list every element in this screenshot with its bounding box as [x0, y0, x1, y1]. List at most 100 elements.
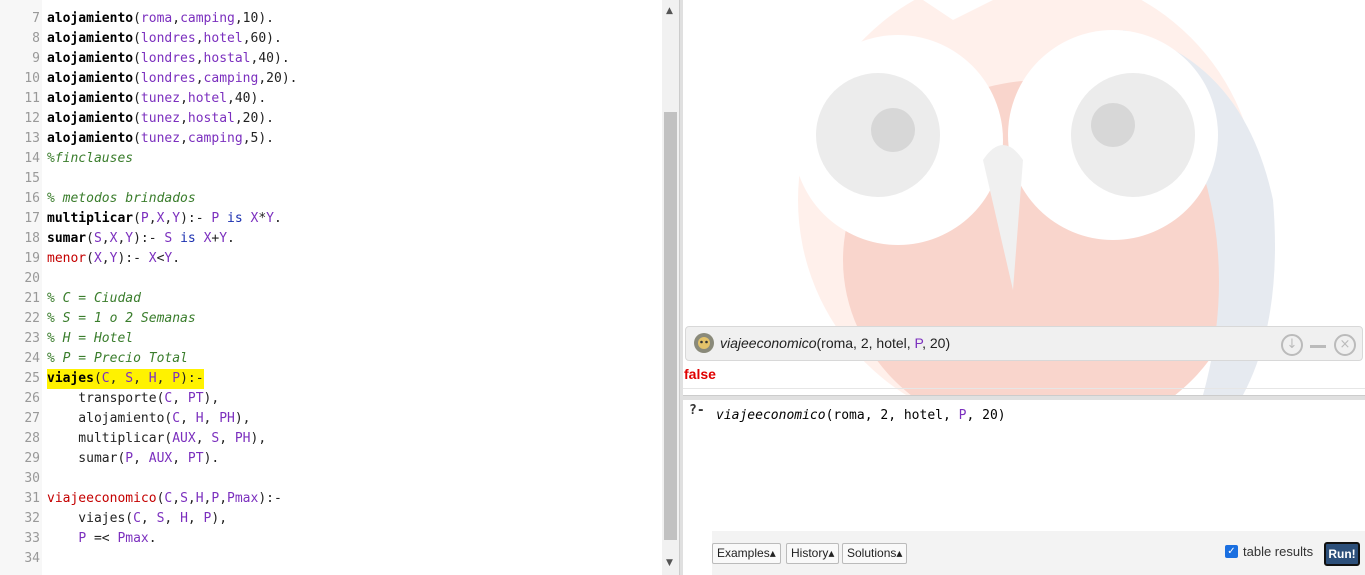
token-txt: ),	[234, 411, 251, 426]
token-txt: ),	[250, 431, 267, 446]
token-txt: ,40).	[227, 91, 267, 106]
query-result-header: viajeeconomico(roma, 2, hotel, P, 20) ↓ …	[685, 326, 1363, 361]
token-txt: .	[172, 251, 181, 266]
token-var: hotel	[187, 91, 228, 106]
token-txt: ,	[180, 131, 188, 146]
code-line[interactable]: 23 % H = Hotel	[0, 329, 662, 349]
line-number: 15	[24, 171, 40, 186]
token-txt: ,	[195, 51, 204, 66]
history-button[interactable]: History▴	[786, 543, 840, 564]
token-txt: (	[133, 111, 141, 126]
token-txt: transporte(	[47, 391, 165, 406]
table-results-label[interactable]: table results	[1243, 544, 1313, 559]
token-txt: ,5).	[242, 131, 274, 146]
line-number: 31	[24, 491, 40, 506]
token-txt: (	[86, 231, 94, 246]
download-icon[interactable]: ↓	[1281, 334, 1303, 356]
query-input-args: (roma, 2, hotel,	[825, 408, 959, 423]
code-line[interactable]: 28 multiplicar(AUX, S, PH),	[0, 429, 662, 449]
code-line[interactable]: 12 alojamiento(tunez,hostal,20).	[0, 109, 662, 129]
token-kw: is	[180, 231, 196, 246]
token-txt: ,	[172, 11, 181, 26]
query-functor: viajeeconomico	[720, 335, 817, 351]
code-line[interactable]: 9 alojamiento(londres,hostal,40).	[0, 49, 662, 69]
token-cmt: % S = 1 o 2 Semanas	[47, 311, 196, 326]
code-line[interactable]: 30	[0, 469, 662, 489]
token-atom: alojamiento	[47, 71, 134, 86]
code-line[interactable]: 32 viajes(C, S, H, P),	[0, 509, 662, 529]
code-line[interactable]: 27 alojamiento(C, H, PH),	[0, 409, 662, 429]
code-line[interactable]: 19 menor(X,Y):- X<Y.	[0, 249, 662, 269]
scroll-down-arrow-icon[interactable]: ▼	[666, 558, 673, 568]
line-number: 9	[32, 51, 40, 66]
code-line[interactable]: 22 % S = 1 o 2 Semanas	[0, 309, 662, 329]
query-input-tail: , 20)	[966, 408, 1006, 423]
line-number: 10	[24, 71, 40, 86]
token-atom: viajes	[47, 371, 94, 386]
code-line[interactable]: 10 alojamiento(londres,camping,20).	[0, 69, 662, 89]
token-var: PH	[219, 411, 235, 426]
editor-scrollbar-thumb[interactable]	[664, 112, 677, 540]
code-line[interactable]: 34	[0, 549, 662, 569]
code-text: alojamiento(C, H, PH),	[47, 409, 251, 429]
code-line[interactable]: 14 %finclauses	[0, 149, 662, 169]
code-text: alojamiento(tunez,camping,5).	[47, 129, 274, 149]
token-txt: (	[133, 71, 141, 86]
line-number: 29	[24, 451, 40, 466]
code-line[interactable]: 33 P =< Pmax.	[0, 529, 662, 549]
minimize-icon[interactable]	[1310, 345, 1326, 348]
code-line[interactable]: 26 transporte(C, PT),	[0, 389, 662, 409]
line-number: 24	[24, 351, 40, 366]
code-text: sumar(P, AUX, PT).	[47, 449, 219, 469]
code-line[interactable]: 15	[0, 169, 662, 189]
code-line[interactable]: 13 alojamiento(tunez,camping,5).	[0, 129, 662, 149]
code-line[interactable]: 11 alojamiento(tunez,hotel,40).	[0, 89, 662, 109]
code-line[interactable]: 21 % C = Ciudad	[0, 289, 662, 309]
code-line[interactable]: 7 alojamiento(roma,camping,10).	[0, 9, 662, 29]
token-var: C	[101, 371, 110, 386]
code-line[interactable]: 17 multiplicar(P,X,Y):- P is X*Y.	[0, 209, 662, 229]
code-line[interactable]: 24 % P = Precio Total	[0, 349, 662, 369]
query-prompt: ?-	[689, 403, 705, 418]
line-number: 30	[24, 471, 40, 486]
token-var: Pmax	[117, 531, 149, 546]
solutions-button[interactable]: Solutions▴	[842, 543, 908, 564]
token-var: roma	[140, 11, 173, 26]
query-input[interactable]: viajeeconomico(roma, 2, hotel, P, 20)	[712, 401, 1357, 531]
code-line[interactable]: 25 viajes(C, S, H, P):-	[0, 369, 662, 389]
token-txt: ,	[101, 251, 110, 266]
table-results-checkbox[interactable]: ✓	[1225, 545, 1238, 558]
code-line[interactable]: 29 sumar(P, AUX, PT).	[0, 449, 662, 469]
token-txt: ,	[180, 411, 196, 426]
close-icon[interactable]: ×	[1334, 334, 1356, 356]
token-var: tunez	[140, 111, 181, 126]
code-text: % H = Hotel	[47, 329, 133, 349]
token-cmt: % metodos brindados	[47, 191, 196, 206]
token-var: C	[133, 511, 141, 526]
token-atom: alojamiento	[47, 111, 134, 126]
editor-scrollbar[interactable]: ▲ ▼	[662, 0, 679, 575]
token-var: PH	[234, 431, 251, 446]
scroll-up-arrow-icon[interactable]: ▲	[666, 6, 673, 16]
token-txt: (	[93, 371, 102, 386]
token-txt: =<	[86, 531, 118, 546]
code-line[interactable]: 16 % metodos brindados	[0, 189, 662, 209]
horizontal-splitter[interactable]	[683, 395, 1365, 400]
code-line[interactable]: 20	[0, 269, 662, 289]
query-answer: false	[684, 366, 716, 382]
code-line[interactable]: 8 alojamiento(londres,hotel,60).	[0, 29, 662, 49]
query-tail: , 20)	[922, 335, 951, 351]
code-text: multiplicar(P,X,Y):- P is X*Y.	[47, 209, 282, 229]
examples-button[interactable]: Examples▴	[712, 543, 781, 564]
code-line[interactable]: 18 sumar(S,X,Y):- S is X+Y.	[0, 229, 662, 249]
code-line[interactable]: 31 viajeeconomico(C,S,H,P,Pmax):-	[0, 489, 662, 509]
line-number: 28	[24, 431, 40, 446]
token-var: camping	[187, 131, 243, 146]
source-editor[interactable]: 7 alojamiento(roma,camping,10). 8 alojamien…	[0, 0, 662, 575]
run-button[interactable]: Run!	[1324, 542, 1360, 566]
gear-owl-icon	[694, 333, 714, 353]
